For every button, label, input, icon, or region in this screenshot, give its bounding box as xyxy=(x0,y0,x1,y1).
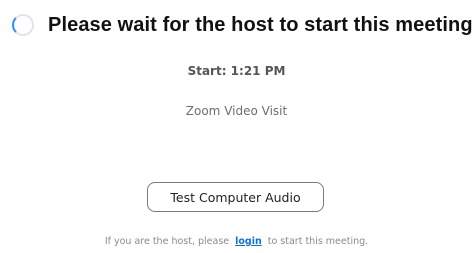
meeting-start-time: Start: 1:21 PM xyxy=(187,64,286,78)
meeting-topic: Zoom Video Visit xyxy=(185,104,288,118)
waiting-header: Please wait for the host to start this m… xyxy=(12,10,473,40)
test-computer-audio-button[interactable]: Test Computer Audio xyxy=(147,182,324,212)
host-note-prefix: If you are the host, please xyxy=(104,236,230,247)
spinner-icon xyxy=(12,14,34,36)
host-note-suffix: to start this meeting. xyxy=(267,236,369,247)
page-title: Please wait for the host to start this m… xyxy=(48,13,473,36)
host-login-note: If you are the host, please login to start… xyxy=(0,236,473,247)
login-link[interactable]: login xyxy=(235,236,262,247)
